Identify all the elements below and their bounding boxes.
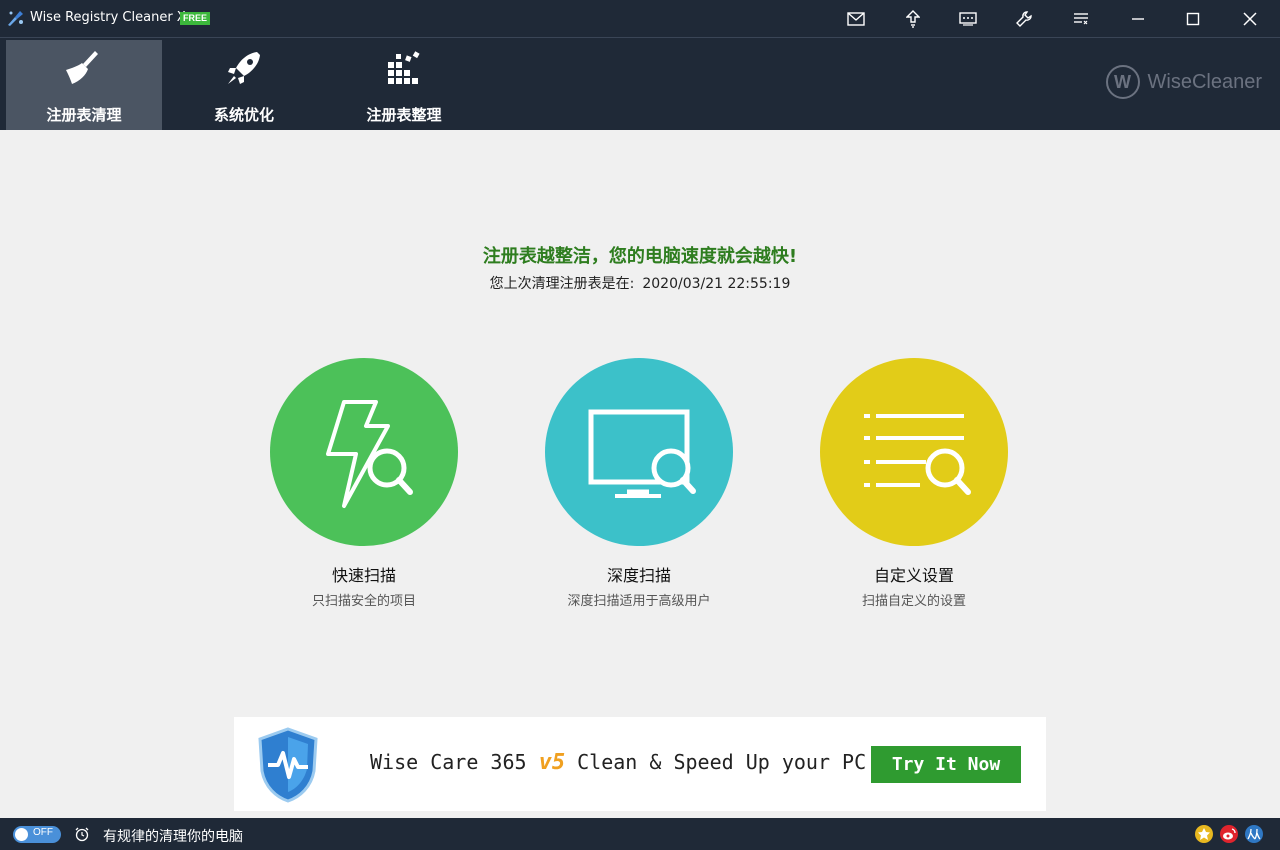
main-panel: 注册表越整洁，您的电脑速度就会越快! 您上次清理注册表是在: 2020/03/21… xyxy=(0,130,1280,818)
main-toolbar: 注册表清理 系统优化 注册表整理 W WiseCleaner xyxy=(0,38,1280,130)
last-clean-label: 您上次清理注册表是在: xyxy=(489,276,635,292)
tab-system-optimize[interactable]: 系统优化 xyxy=(166,40,322,130)
list-search-icon xyxy=(864,414,971,495)
tab-label: 系统优化 xyxy=(213,106,274,124)
close-icon xyxy=(1243,12,1257,26)
schedule-text: 有规律的清理你的电脑 xyxy=(103,829,243,845)
menu-icon xyxy=(1074,13,1088,25)
weibo-button[interactable] xyxy=(1220,825,1238,843)
app-title: Wise Registry Cleaner X xyxy=(30,10,186,25)
headline: 注册表越整洁，您的电脑速度就会越快! xyxy=(482,246,798,267)
ad-text-before: Wise Care 365 xyxy=(370,750,539,774)
alarm-clock-icon[interactable] xyxy=(74,826,90,842)
deep-scan-circle xyxy=(545,358,733,546)
custom-scan-circle xyxy=(820,358,1008,546)
upgrade-button[interactable] xyxy=(893,0,933,38)
ad-text: Wise Care 365 v5 Clean & Speed Up your P… xyxy=(370,750,878,775)
lightning-search-icon xyxy=(326,400,413,508)
settings-icon xyxy=(1016,11,1032,27)
close-button[interactable] xyxy=(1230,0,1270,38)
tab-label: 注册表整理 xyxy=(366,106,442,124)
tab-label: 注册表清理 xyxy=(46,106,122,124)
broom-icon xyxy=(66,51,98,84)
ad-text-after: Clean & Speed Up your PC! xyxy=(565,750,879,774)
feedback-button[interactable] xyxy=(948,0,988,38)
quick-scan-button[interactable]: 快速扫描 只扫描安全的项目 xyxy=(244,358,484,609)
maximize-icon xyxy=(1186,12,1200,26)
scan-title: 自定义设置 xyxy=(873,566,954,585)
deep-scan-button[interactable]: 深度扫描 深度扫描适用于高级用户 xyxy=(519,358,759,609)
scan-title: 深度扫描 xyxy=(606,566,671,585)
minimize-icon xyxy=(1132,18,1144,20)
upgrade-icon xyxy=(906,10,920,28)
scan-subtitle: 只扫描安全的项目 xyxy=(311,594,416,609)
like-icon xyxy=(1198,828,1210,840)
feedback-icon xyxy=(959,12,977,26)
minimize-button[interactable] xyxy=(1118,0,1158,38)
wise-care-shield-icon xyxy=(258,727,318,803)
brand-mark: W xyxy=(1105,65,1140,99)
scan-subtitle: 深度扫描适用于高级用户 xyxy=(567,594,711,609)
quick-scan-circle xyxy=(270,358,458,546)
last-clean-value: 2020/03/21 22:55:19 xyxy=(642,276,791,292)
scan-title: 快速扫描 xyxy=(331,566,396,585)
last-clean-info: 您上次清理注册表是在: 2020/03/21 22:55:19 xyxy=(0,273,1280,293)
like-button[interactable] xyxy=(1195,825,1213,843)
toggle-knob xyxy=(15,828,28,841)
app-logo-icon xyxy=(8,11,23,26)
settings-button[interactable] xyxy=(1004,0,1044,38)
schedule-toggle[interactable]: OFF xyxy=(13,826,61,843)
defrag-icon xyxy=(388,51,420,84)
mail-icon xyxy=(847,12,865,26)
rocket-icon xyxy=(228,52,260,84)
weibo-icon xyxy=(1223,828,1236,840)
brand-name: WiseCleaner xyxy=(1147,70,1262,93)
maximize-button[interactable] xyxy=(1173,0,1213,38)
wise-care-ad-banner[interactable]: Wise Care 365 v5 Clean & Speed Up your P… xyxy=(234,717,1046,811)
custom-scan-button[interactable]: 自定义设置 扫描自定义的设置 xyxy=(794,358,1034,609)
free-badge: FREE xyxy=(180,12,211,25)
scan-subtitle: 扫描自定义的设置 xyxy=(861,594,966,609)
wisecleaner-logo[interactable]: W WiseCleaner xyxy=(1105,62,1262,102)
tab-registry-defrag[interactable]: 注册表整理 xyxy=(326,40,482,130)
title-bar: Wise Registry Cleaner X FREE xyxy=(0,0,1280,38)
renren-icon xyxy=(1247,828,1261,840)
status-bar: OFF 有规律的清理你的电脑 xyxy=(0,818,1280,850)
toggle-label: OFF xyxy=(33,827,53,838)
monitor-search-icon xyxy=(588,409,696,498)
try-it-now-button[interactable]: Try It Now xyxy=(871,746,1021,783)
tab-registry-clean[interactable]: 注册表清理 xyxy=(6,40,162,130)
renren-button[interactable] xyxy=(1245,825,1263,843)
mail-button[interactable] xyxy=(836,0,876,38)
ad-version: v5 xyxy=(538,750,566,775)
menu-button[interactable] xyxy=(1061,0,1101,38)
